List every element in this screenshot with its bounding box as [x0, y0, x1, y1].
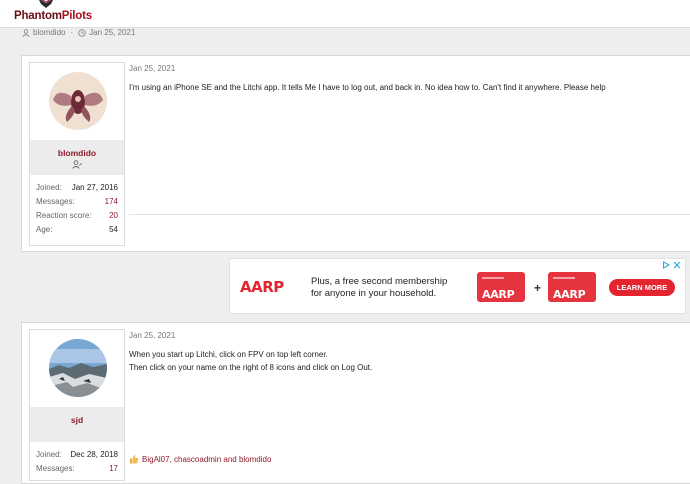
post: blomdido Joined: Jan 27, 2016 Messages: 17… — [21, 55, 690, 252]
thread-author-link[interactable]: blomdido — [33, 28, 65, 37]
card-brand-text: AARP — [553, 288, 586, 301]
stat-label: Age: — [36, 225, 53, 234]
stat-label: Messages: — [36, 464, 75, 473]
stat-value: 54 — [109, 225, 118, 234]
post-body: When you start up Litchi, click on FPV o… — [129, 348, 372, 374]
stat-value: Dec 28, 2018 — [70, 450, 118, 459]
card-brand-text: AARP — [482, 288, 515, 301]
stat-messages: Messages: 17 — [36, 464, 118, 478]
membership-card-image: AARP — [477, 272, 525, 302]
card-stripe — [553, 277, 575, 279]
username-link[interactable]: blomdido — [30, 148, 124, 158]
stat-label: Joined: — [36, 450, 62, 459]
post: sjd Joined: Dec 28, 2018 Messages: 17 Jan … — [21, 322, 690, 484]
user-icon — [22, 28, 30, 37]
ad-brand-logo: AARP — [240, 278, 284, 296]
user-info-panel: blomdido Joined: Jan 27, 2016 Messages: 17… — [29, 62, 125, 246]
avatar[interactable] — [49, 72, 107, 130]
close-icon[interactable] — [673, 261, 681, 269]
adchoices-icon[interactable] — [662, 261, 670, 269]
ad-plus-sign: + — [534, 281, 542, 295]
post-text-line: Then click on your name on the right of … — [129, 363, 373, 372]
clock-icon — [78, 28, 86, 37]
avatar-area — [30, 63, 124, 140]
stat-value[interactable]: 174 — [105, 197, 118, 211]
avatar[interactable] — [49, 339, 107, 397]
logo-text-part2: Pilots — [61, 10, 92, 22]
thread-date-link[interactable]: Jan 25, 2021 — [89, 28, 135, 37]
ad-choices[interactable] — [662, 261, 681, 269]
post-body: I'm using an iPhone SE and the Litchi ap… — [129, 81, 606, 94]
card-stripe — [482, 277, 504, 279]
username-band: blomdido — [30, 140, 124, 175]
learn-more-button[interactable]: LEARN MORE — [609, 279, 675, 296]
post-text-line: I'm using an iPhone SE and the Litchi ap… — [129, 83, 606, 92]
stat-age: Age: 54 — [36, 225, 118, 239]
avatar-area — [30, 330, 124, 407]
ad-headline-line: Plus, a free second membership — [311, 276, 448, 287]
stat-reaction-score: Reaction score: 20 — [36, 211, 118, 225]
stat-joined: Joined: Dec 28, 2018 — [36, 450, 118, 464]
username-link[interactable]: sjd — [30, 415, 124, 425]
thumbs-up-icon — [130, 455, 139, 464]
ad-headline: Plus, a free second membership for anyon… — [311, 276, 447, 300]
stat-label: Messages: — [36, 197, 75, 206]
stat-value: Jan 27, 2016 — [71, 183, 118, 192]
stat-value[interactable]: 17 — [109, 464, 118, 478]
site-logo[interactable]: PhantomPilots — [14, 0, 104, 27]
post-text-line: When you start up Litchi, click on FPV o… — [129, 350, 328, 359]
stat-label: Joined: — [36, 183, 62, 192]
thread-meta: blomdido · Jan 25, 2021 — [22, 28, 135, 37]
user-status-icon — [72, 160, 82, 169]
reactions-users[interactable]: BigAl07, chascoadmin and blomdido — [142, 455, 271, 464]
advertisement-banner[interactable]: AARP Plus, a free second membership for … — [229, 258, 686, 314]
post-date-link[interactable]: Jan 25, 2021 — [129, 64, 175, 73]
stat-messages: Messages: 174 — [36, 197, 118, 211]
membership-card-image: AARP — [548, 272, 596, 302]
site-header: PhantomPilots — [0, 0, 690, 28]
reactions-bar[interactable]: BigAl07, chascoadmin and blomdido — [129, 454, 271, 464]
post-date-link[interactable]: Jan 25, 2021 — [129, 331, 175, 340]
ad-headline-line: for anyone in your household. — [311, 288, 437, 299]
stat-joined: Joined: Jan 27, 2016 — [36, 183, 118, 197]
user-stats: Joined: Dec 28, 2018 Messages: 17 — [30, 442, 124, 478]
post-divider — [129, 214, 690, 215]
user-info-panel: sjd Joined: Dec 28, 2018 Messages: 17 — [29, 329, 125, 481]
stat-value[interactable]: 20 — [109, 211, 118, 225]
username-band: sjd — [30, 407, 124, 442]
meta-separator: · — [70, 28, 74, 37]
logo-text-part1: Phantom — [14, 10, 62, 22]
stat-label: Reaction score: — [36, 211, 92, 220]
user-stats: Joined: Jan 27, 2016 Messages: 174 Reactio… — [30, 175, 124, 239]
logo-drone-icon — [39, 0, 53, 8]
logo-text: PhantomPilots — [14, 10, 92, 22]
